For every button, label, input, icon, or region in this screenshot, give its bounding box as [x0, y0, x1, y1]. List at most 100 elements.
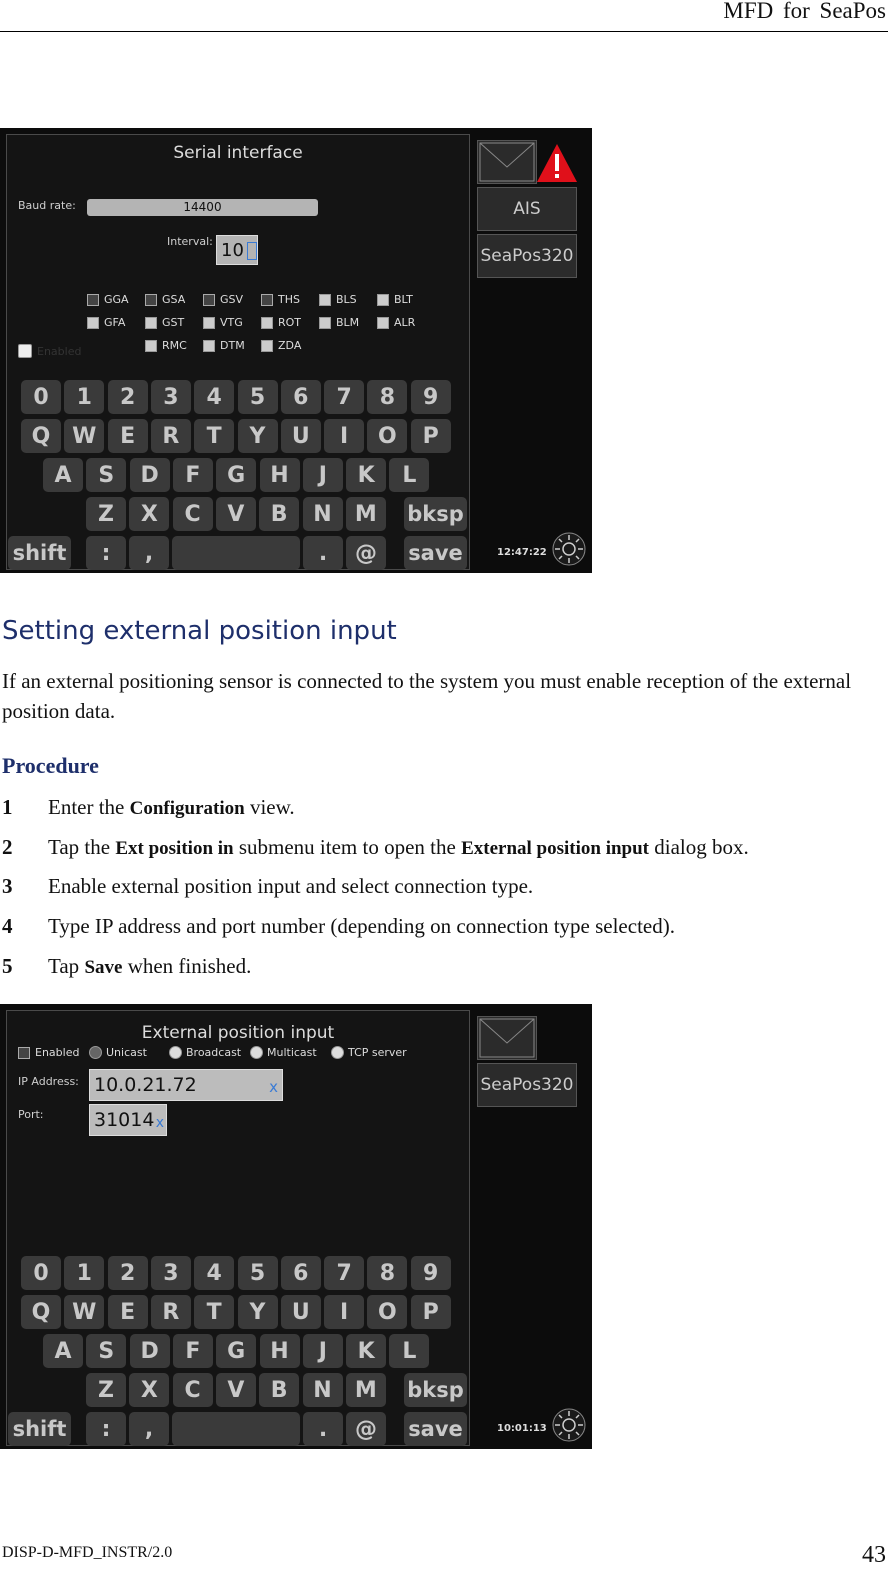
key-g[interactable]: G	[216, 1334, 257, 1368]
key-d[interactable]: D	[129, 458, 170, 492]
key-m[interactable]: M	[345, 1373, 386, 1407]
save-key[interactable]: save	[404, 536, 467, 570]
key-r[interactable]: R	[150, 419, 191, 453]
key-e[interactable]: E	[107, 1295, 148, 1329]
shift-key[interactable]: shift	[8, 1412, 71, 1446]
key-c[interactable]: C	[172, 497, 213, 531]
sentence-checkbox-ths[interactable]: THS	[261, 293, 300, 306]
colon-key[interactable]: :	[86, 1412, 126, 1446]
key-o[interactable]: O	[367, 1295, 408, 1329]
save-key[interactable]: save	[404, 1412, 467, 1446]
key-o[interactable]: O	[367, 419, 408, 453]
brightness-icon[interactable]	[552, 532, 586, 566]
dot-key[interactable]: .	[303, 1412, 343, 1446]
sentence-checkbox-zda[interactable]: ZDA	[261, 339, 301, 352]
comma-key[interactable]: ,	[129, 1412, 169, 1446]
sentence-checkbox-gsv[interactable]: GSV	[203, 293, 243, 306]
key-j[interactable]: J	[302, 1334, 343, 1368]
backspace-key[interactable]: bksp	[404, 1373, 467, 1407]
key-k[interactable]: K	[346, 1334, 387, 1368]
sentence-checkbox-dtm[interactable]: DTM	[203, 339, 245, 352]
multicast-radio[interactable]: Multicast	[250, 1046, 317, 1059]
key-0[interactable]: 0	[21, 1256, 61, 1290]
key-r[interactable]: R	[150, 1295, 191, 1329]
message-envelope-button[interactable]	[477, 1016, 537, 1060]
key-u[interactable]: U	[280, 419, 321, 453]
clear-port-icon[interactable]: x	[156, 1115, 164, 1131]
enabled-checkbox[interactable]: Enabled	[18, 1046, 79, 1059]
key-m[interactable]: M	[345, 497, 386, 531]
key-x[interactable]: X	[129, 1373, 170, 1407]
key-9[interactable]: 9	[410, 1256, 451, 1290]
key-p[interactable]: P	[410, 419, 451, 453]
seapos320-button[interactable]: SeaPos320	[477, 234, 577, 278]
unicast-radio[interactable]: Unicast	[89, 1046, 147, 1059]
key-b[interactable]: B	[259, 1373, 300, 1407]
key-9[interactable]: 9	[410, 380, 451, 414]
key-v[interactable]: V	[215, 1373, 256, 1407]
sentence-checkbox-alr[interactable]: ALR	[377, 316, 415, 329]
sentence-checkbox-blt[interactable]: BLT	[377, 293, 413, 306]
at-key[interactable]: @	[346, 536, 386, 570]
key-w[interactable]: W	[64, 419, 105, 453]
key-e[interactable]: E	[107, 419, 148, 453]
sentence-checkbox-rot[interactable]: ROT	[261, 316, 301, 329]
key-5[interactable]: 5	[237, 1256, 278, 1290]
key-2[interactable]: 2	[107, 1256, 148, 1290]
key-q[interactable]: Q	[21, 1295, 61, 1329]
port-input[interactable]: 31014 x	[89, 1104, 167, 1136]
ip-address-input[interactable]: 10.0.21.72 x	[89, 1069, 283, 1101]
key-i[interactable]: I	[324, 419, 365, 453]
at-key[interactable]: @	[346, 1412, 386, 1446]
key-n[interactable]: N	[302, 497, 343, 531]
message-envelope-button[interactable]	[477, 140, 537, 184]
key-z[interactable]: Z	[86, 1373, 126, 1407]
key-i[interactable]: I	[324, 1295, 365, 1329]
key-x[interactable]: X	[129, 497, 170, 531]
key-c[interactable]: C	[172, 1373, 213, 1407]
key-t[interactable]: T	[194, 419, 235, 453]
key-y[interactable]: Y	[237, 1295, 278, 1329]
key-b[interactable]: B	[259, 497, 300, 531]
ais-button[interactable]: AIS	[477, 187, 577, 231]
alarm-warning-icon[interactable]	[535, 142, 579, 184]
key-h[interactable]: H	[259, 1334, 300, 1368]
key-l[interactable]: L	[389, 458, 430, 492]
colon-key[interactable]: :	[86, 536, 126, 570]
sentence-checkbox-gga[interactable]: GGA	[87, 293, 129, 306]
key-s[interactable]: S	[86, 458, 127, 492]
interval-field[interactable]: 10	[216, 235, 258, 265]
key-0[interactable]: 0	[21, 380, 61, 414]
sentence-checkbox-blm[interactable]: BLM	[319, 316, 359, 329]
key-5[interactable]: 5	[237, 380, 278, 414]
key-1[interactable]: 1	[64, 1256, 105, 1290]
sentence-checkbox-gfa[interactable]: GFA	[87, 316, 125, 329]
sentence-checkbox-gst[interactable]: GST	[145, 316, 184, 329]
dot-key[interactable]: .	[303, 536, 343, 570]
key-k[interactable]: K	[346, 458, 387, 492]
key-1[interactable]: 1	[64, 380, 105, 414]
key-n[interactable]: N	[302, 1373, 343, 1407]
key-8[interactable]: 8	[367, 380, 408, 414]
key-p[interactable]: P	[410, 1295, 451, 1329]
key-u[interactable]: U	[280, 1295, 321, 1329]
key-3[interactable]: 3	[150, 380, 191, 414]
comma-key[interactable]: ,	[129, 536, 169, 570]
sentence-checkbox-bls[interactable]: BLS	[319, 293, 357, 306]
sentence-checkbox-vtg[interactable]: VTG	[203, 316, 243, 329]
key-4[interactable]: 4	[194, 1256, 235, 1290]
key-l[interactable]: L	[389, 1334, 430, 1368]
key-f[interactable]: F	[172, 458, 213, 492]
tcp-server-radio[interactable]: TCP server	[331, 1046, 407, 1059]
key-t[interactable]: T	[194, 1295, 235, 1329]
seapos320-button[interactable]: SeaPos320	[477, 1063, 577, 1107]
key-s[interactable]: S	[86, 1334, 127, 1368]
key-y[interactable]: Y	[237, 419, 278, 453]
key-7[interactable]: 7	[324, 1256, 365, 1290]
space-key[interactable]	[172, 536, 300, 570]
sentence-checkbox-gsa[interactable]: GSA	[145, 293, 185, 306]
key-d[interactable]: D	[129, 1334, 170, 1368]
key-6[interactable]: 6	[280, 1256, 321, 1290]
key-6[interactable]: 6	[280, 380, 321, 414]
key-f[interactable]: F	[172, 1334, 213, 1368]
